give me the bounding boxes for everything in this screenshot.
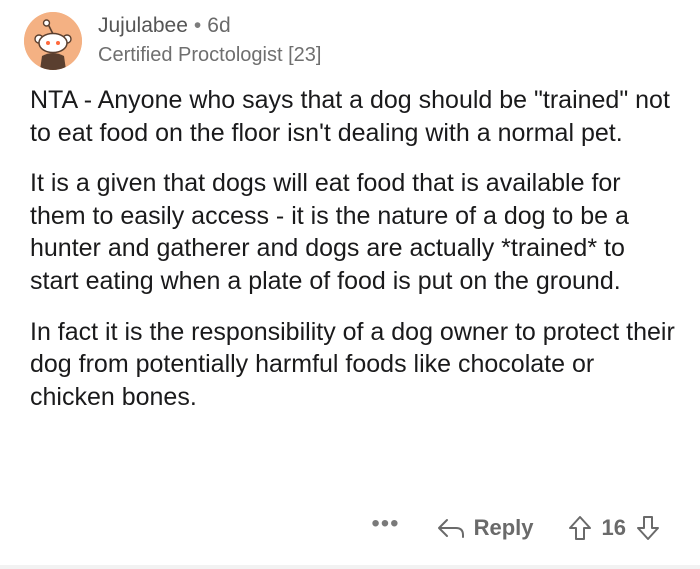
- vote-score: 16: [601, 515, 626, 540]
- vote-controls: 16: [568, 515, 660, 541]
- username[interactable]: Jujulabee: [98, 14, 188, 37]
- reply-arrow-icon: [437, 519, 464, 538]
- comment-paragraph: It is a given that dogs will eat food th…: [30, 169, 629, 295]
- divider: [0, 565, 700, 569]
- comment-actions: ••• Reply 16: [371, 508, 660, 548]
- upvote-button[interactable]: [568, 515, 592, 541]
- user-flair: Certified Proctologist [23]: [98, 44, 322, 66]
- comment-age: 6d: [207, 14, 231, 37]
- comment-body: NTA - Anyone who says that a dog should …: [30, 84, 680, 431]
- upvote-arrow-icon: [568, 516, 591, 540]
- avatar[interactable]: [24, 12, 82, 70]
- reply-label: Reply: [473, 515, 534, 540]
- snoo-avatar-icon: [24, 12, 82, 70]
- comment-card: Jujulabee • 6d Certified Proctologist [23]…: [0, 0, 700, 569]
- downvote-arrow-icon: [637, 516, 659, 540]
- downvote-button[interactable]: [636, 515, 660, 541]
- comment-paragraph: NTA - Anyone who says that a dog should …: [30, 86, 670, 147]
- comment-paragraph: In fact it is the responsibility of a do…: [30, 317, 675, 411]
- reply-button[interactable]: Reply: [436, 515, 534, 541]
- comment-meta: Jujulabee • 6d Certified Proctologist [23]: [98, 12, 321, 69]
- meta-separator: •: [193, 14, 202, 37]
- more-options-button[interactable]: •••: [371, 512, 399, 536]
